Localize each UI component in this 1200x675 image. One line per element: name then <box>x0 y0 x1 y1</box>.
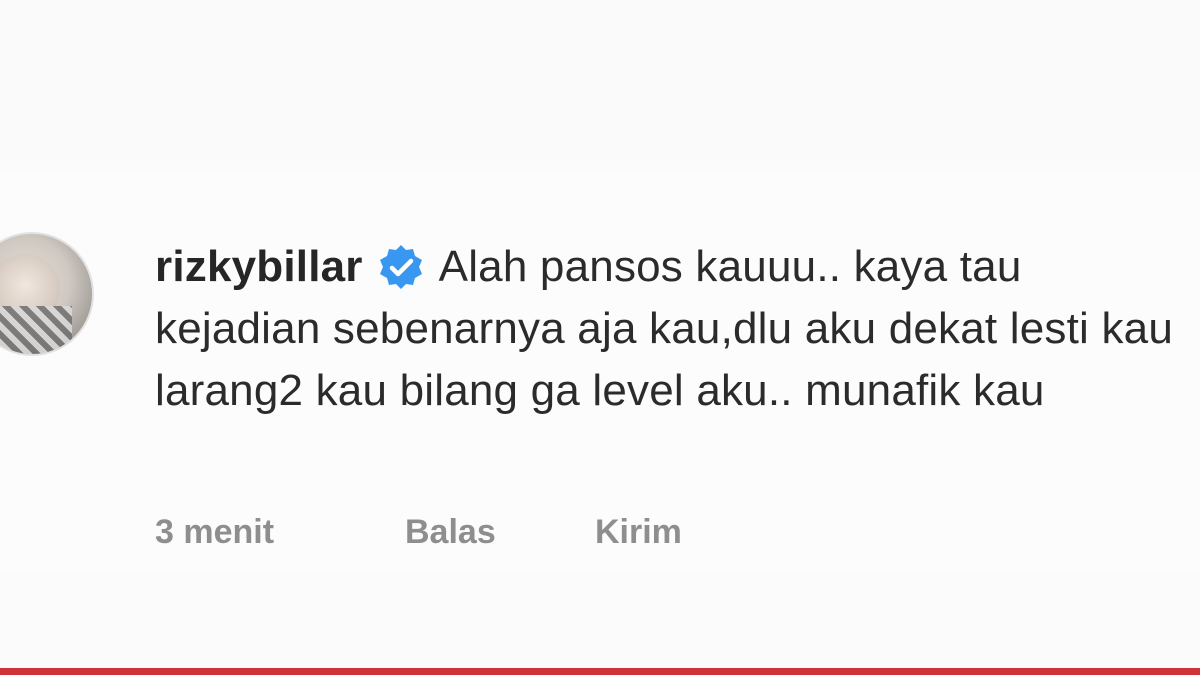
reply-button[interactable]: Balas <box>405 513 496 552</box>
top-blank-area <box>0 0 1200 160</box>
comment-body: rizkybillar Alah pansos kauuu.. kaya tau… <box>155 236 1185 422</box>
comment-timestamp: 3 menit <box>155 513 275 551</box>
send-button[interactable]: Kirim <box>595 513 682 552</box>
bottom-accent-line <box>0 668 1200 675</box>
verified-badge-icon <box>379 245 422 289</box>
comment-username[interactable]: rizkybillar <box>155 242 363 291</box>
avatar-pattern <box>0 306 72 354</box>
comment-item: rizkybillar Alah pansos kauuu.. kaya tau… <box>0 170 1200 570</box>
user-avatar[interactable] <box>0 232 94 356</box>
